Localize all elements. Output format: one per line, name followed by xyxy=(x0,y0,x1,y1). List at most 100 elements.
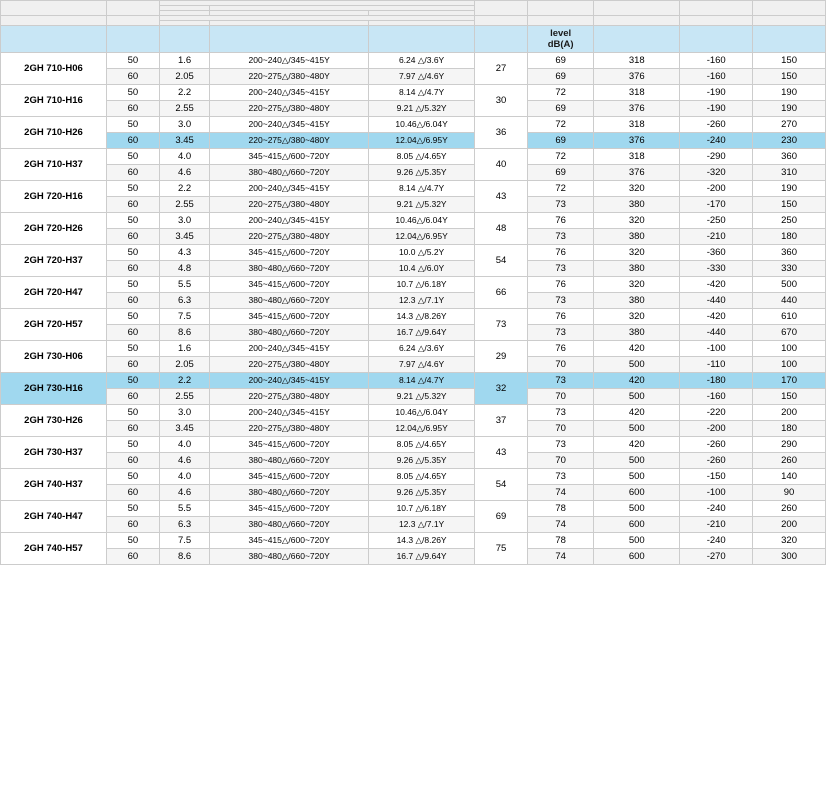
cell-maxpres: 260 xyxy=(753,453,826,469)
cell-maxpres: 200 xyxy=(753,405,826,421)
cell-current: 9.21 △/5.32Y xyxy=(369,101,475,117)
cell-noise: 69 xyxy=(528,165,594,181)
cell-freq: 60 xyxy=(106,293,159,309)
cell-maxpres: 310 xyxy=(753,165,826,181)
cell-current: 16.7 △/9.64Y xyxy=(369,325,475,341)
cell-maxpres: 180 xyxy=(753,421,826,437)
cell-order: 2GH 720-H37 xyxy=(1,245,107,277)
cell-current: 8.05 △/4.65Y xyxy=(369,437,475,453)
cell-maxflow: 500 xyxy=(594,357,680,373)
cell-voltage: 200~240△/345~415Y xyxy=(210,181,369,197)
cell-order: 2GH 710-H37 xyxy=(1,149,107,181)
cell-output: 4.6 xyxy=(159,453,209,469)
unit-weight xyxy=(475,26,528,53)
cell-output: 5.5 xyxy=(159,277,209,293)
cell-voltage: 380~480△/660~720Y xyxy=(210,549,369,565)
cell-freq: 60 xyxy=(106,197,159,213)
cell-maxflow: 318 xyxy=(594,53,680,69)
cell-maxpres: 320 xyxy=(753,533,826,549)
cell-maxflow: 600 xyxy=(594,549,680,565)
cell-noise: 76 xyxy=(528,309,594,325)
table-row: 2GH 710-H16502.2200~240△/345~415Y8.14 △/… xyxy=(1,85,826,101)
cell-maxflow: 380 xyxy=(594,261,680,277)
cell-noise: 78 xyxy=(528,501,594,517)
cell-maxflow: 318 xyxy=(594,149,680,165)
cell-voltage: 220~275△/380~480Y xyxy=(210,101,369,117)
cell-maxflow: 500 xyxy=(594,389,680,405)
cell-maxvac: -440 xyxy=(680,293,753,309)
header-noise-en xyxy=(528,16,594,26)
cell-maxpres: 190 xyxy=(753,85,826,101)
table-row: 2GH 730-H37504.0345~415△/600~720Y8.05 △/… xyxy=(1,437,826,453)
cell-current: 10.46△/6.04Y xyxy=(369,405,475,421)
cell-freq: 60 xyxy=(106,389,159,405)
cell-maxpres: 500 xyxy=(753,277,826,293)
cell-output: 4.0 xyxy=(159,469,209,485)
cell-voltage: 345~415△/600~720Y xyxy=(210,309,369,325)
cell-output: 2.55 xyxy=(159,101,209,117)
cell-maxflow: 376 xyxy=(594,101,680,117)
cell-current: 10.46△/6.04Y xyxy=(369,117,475,133)
cell-voltage: 220~275△/380~480Y xyxy=(210,421,369,437)
cell-maxvac: -100 xyxy=(680,341,753,357)
cell-voltage: 345~415△/600~720Y xyxy=(210,533,369,549)
cell-freq: 50 xyxy=(106,53,159,69)
table-row: 603.45220~275△/380~480Y12.04△/6.95Y73380… xyxy=(1,229,826,245)
cell-noise: 72 xyxy=(528,149,594,165)
cell-output: 5.5 xyxy=(159,501,209,517)
cell-freq: 50 xyxy=(106,213,159,229)
cell-current: 6.24 △/3.6Y xyxy=(369,341,475,357)
cell-order: 2GH 720-H16 xyxy=(1,181,107,213)
table-row: 2GH 710-H06501.6200~240△/345~415Y6.24 △/… xyxy=(1,53,826,69)
cell-noise: 73 xyxy=(528,405,594,421)
cell-weight: 43 xyxy=(475,181,528,213)
cell-output: 3.0 xyxy=(159,117,209,133)
cell-freq: 50 xyxy=(106,373,159,389)
cell-order: 2GH 710-H06 xyxy=(1,53,107,85)
cell-maxpres: 180 xyxy=(753,229,826,245)
unit-maxvac xyxy=(680,26,753,53)
cell-current: 7.97 △/4.6Y xyxy=(369,69,475,85)
unit-maxflow xyxy=(594,26,680,53)
unit-noise: leveldB(A) xyxy=(528,26,594,53)
cell-current: 8.14 △/4.7Y xyxy=(369,181,475,197)
cell-freq: 60 xyxy=(106,357,159,373)
cell-maxflow: 380 xyxy=(594,325,680,341)
header-maxvac-cn xyxy=(680,1,753,16)
cell-maxvac: -210 xyxy=(680,517,753,533)
cell-output: 3.0 xyxy=(159,405,209,421)
table-row: 2GH 730-H06501.6200~240△/345~415Y6.24 △/… xyxy=(1,341,826,357)
cell-order: 2GH 710-H16 xyxy=(1,85,107,117)
cell-voltage: 200~240△/345~415Y xyxy=(210,85,369,101)
cell-maxflow: 500 xyxy=(594,533,680,549)
cell-noise: 70 xyxy=(528,453,594,469)
cell-maxpres: 360 xyxy=(753,149,826,165)
cell-weight: 43 xyxy=(475,437,528,469)
cell-output: 4.8 xyxy=(159,261,209,277)
cell-maxvac: -200 xyxy=(680,421,753,437)
table-row: 608.6380~480△/660~720Y16.7 △/9.64Y73380-… xyxy=(1,325,826,341)
table-row: 2GH 720-H47505.5345~415△/600~720Y10.7 △/… xyxy=(1,277,826,293)
cell-output: 7.5 xyxy=(159,533,209,549)
cell-voltage: 345~415△/600~720Y xyxy=(210,469,369,485)
header-maxflow-en xyxy=(594,16,680,26)
table-row: 2GH 740-H37504.0345~415△/600~720Y8.05 △/… xyxy=(1,469,826,485)
cell-freq: 60 xyxy=(106,325,159,341)
cell-output: 1.6 xyxy=(159,341,209,357)
cell-current: 9.21 △/5.32Y xyxy=(369,389,475,405)
cell-voltage: 380~480△/660~720Y xyxy=(210,325,369,341)
cell-maxpres: 140 xyxy=(753,469,826,485)
table-row: 2GH 740-H47505.5345~415△/600~720Y10.7 △/… xyxy=(1,501,826,517)
cell-voltage: 200~240△/345~415Y xyxy=(210,117,369,133)
cell-maxvac: -110 xyxy=(680,357,753,373)
cell-output: 4.3 xyxy=(159,245,209,261)
cell-maxpres: 270 xyxy=(753,117,826,133)
cell-output: 3.45 xyxy=(159,133,209,149)
cell-maxflow: 500 xyxy=(594,453,680,469)
cell-maxflow: 320 xyxy=(594,309,680,325)
cell-noise: 69 xyxy=(528,133,594,149)
cell-current: 12.3 △/7.1Y xyxy=(369,517,475,533)
cell-current: 6.24 △/3.6Y xyxy=(369,53,475,69)
cell-maxvac: -240 xyxy=(680,533,753,549)
cell-maxflow: 420 xyxy=(594,373,680,389)
